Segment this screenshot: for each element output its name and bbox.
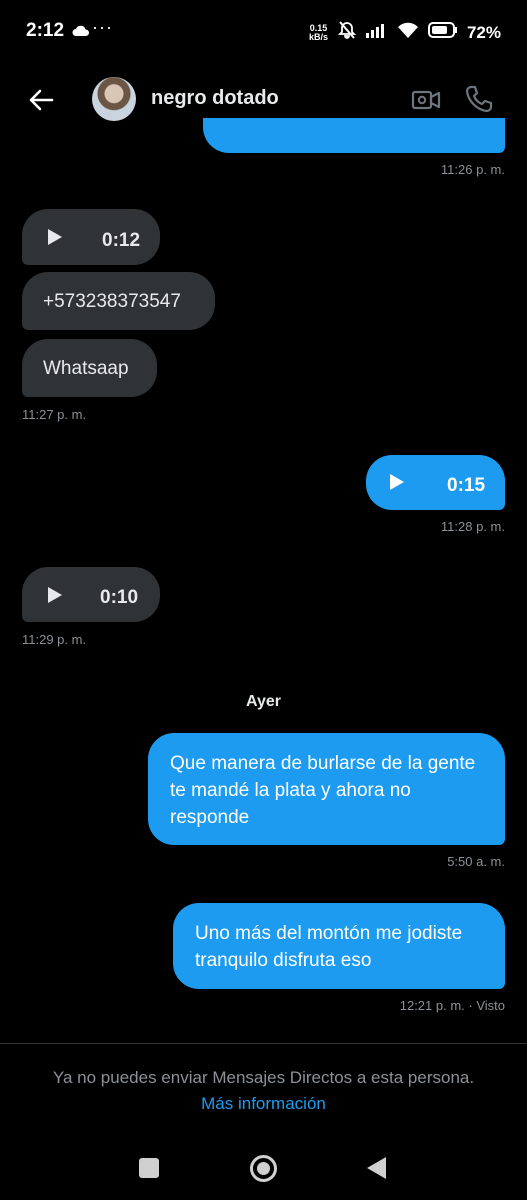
- message-timestamp: 11:29 p. m.: [22, 632, 87, 647]
- message-timestamp: 5:50 a. m.: [447, 854, 505, 869]
- battery-percent: 72%: [466, 22, 501, 42]
- audio-message-incoming[interactable]: 0:10: [22, 567, 160, 622]
- message-timestamp-seen: 12:21 p. m. · Visto: [399, 998, 505, 1013]
- net-speed: 0.15 kB/s: [308, 23, 328, 42]
- message-bubble-incoming[interactable]: Whatsaap: [22, 339, 157, 397]
- wifi-icon: [397, 22, 419, 43]
- audio-message-incoming[interactable]: 0:12: [22, 209, 160, 265]
- back-button[interactable]: [367, 1157, 386, 1179]
- more-notifications-icon: ···: [92, 17, 113, 37]
- day-separator: Ayer: [246, 693, 281, 710]
- recents-button[interactable]: [139, 1158, 159, 1178]
- signal-icon: [365, 22, 388, 43]
- home-button[interactable]: [250, 1155, 277, 1182]
- message-bubble-incoming[interactable]: +573238373547: [22, 272, 215, 330]
- net-speed-unit: kB/s: [308, 31, 328, 42]
- phone-icon[interactable]: [463, 83, 495, 115]
- message-timestamp: 11:28 p. m.: [440, 519, 505, 534]
- mute-icon: [337, 20, 357, 45]
- status-right: 0.15 kB/s 72%: [309, 20, 501, 45]
- message-bubble-outgoing[interactable]: Que manera de burlarse de la gente te ma…: [148, 733, 505, 845]
- play-icon[interactable]: [48, 229, 62, 245]
- message-timestamp: 11:26 p. m.: [440, 162, 505, 177]
- play-icon[interactable]: [48, 587, 62, 603]
- message-timestamp: 11:27 p. m.: [22, 407, 87, 422]
- message-text: Uno más del montón me jodiste tranquilo …: [195, 923, 463, 971]
- audio-duration: 0:15: [447, 475, 486, 496]
- message-bubble-outgoing[interactable]: [203, 118, 505, 153]
- divider: [0, 1043, 527, 1044]
- video-call-icon[interactable]: [410, 84, 442, 116]
- message-text: +573238373547: [43, 290, 181, 312]
- avatar[interactable]: [92, 77, 136, 121]
- audio-duration: 0:10: [100, 587, 139, 608]
- message-text: Que manera de burlarse de la gente te ma…: [170, 753, 476, 828]
- cloud-icon: [72, 24, 90, 42]
- play-icon[interactable]: [390, 474, 404, 490]
- back-arrow-icon[interactable]: [26, 84, 58, 116]
- message-text: Whatsaap: [43, 357, 129, 379]
- audio-duration: 0:12: [102, 230, 141, 251]
- status-time: 2:12: [26, 20, 65, 41]
- message-bubble-outgoing[interactable]: Uno más del montón me jodiste tranquilo …: [173, 903, 505, 989]
- battery-icon: [427, 22, 458, 43]
- more-info-link[interactable]: Más información: [0, 1094, 527, 1114]
- blocked-notice: Ya no puedes enviar Mensajes Directos a …: [52, 1068, 475, 1087]
- audio-message-outgoing[interactable]: 0:15: [366, 455, 505, 510]
- status-bar: 2:12 ··· 0.15 kB/s 72%: [0, 0, 527, 62]
- contact-name[interactable]: negro dotado: [151, 87, 279, 110]
